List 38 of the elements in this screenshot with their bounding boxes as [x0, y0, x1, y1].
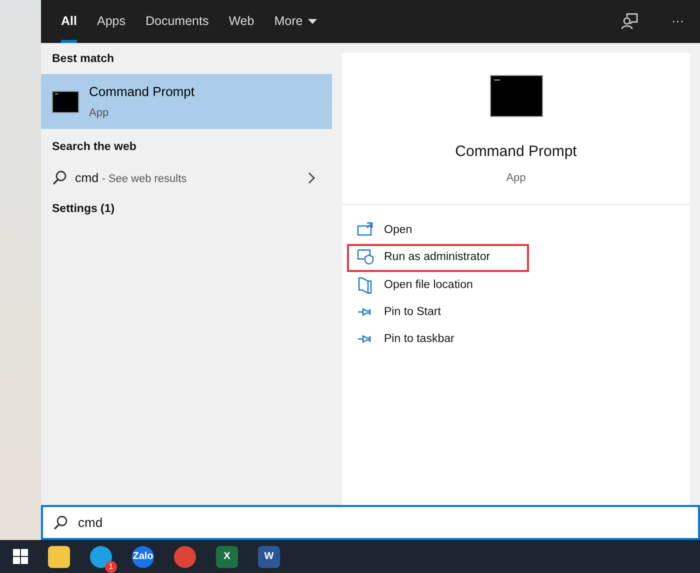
result-title: Command Prompt [89, 83, 194, 102]
notification-count: 1 [105, 560, 117, 572]
taskbar-app[interactable]: Zalo [132, 546, 154, 568]
web-result-text: cmd - See web results [75, 170, 187, 186]
preview-title: Command Prompt [455, 142, 577, 162]
taskbar-app[interactable] [48, 546, 70, 568]
action-item[interactable]: Open [347, 217, 529, 244]
search-field[interactable]: cmd [41, 505, 700, 540]
tab[interactable]: Apps [86, 0, 136, 43]
section-heading: Best match [51, 52, 115, 67]
section-heading: Settings (1) [51, 202, 116, 218]
action-item[interactable]: Pin to taskbar [347, 326, 529, 354]
taskbar-app[interactable]: X [216, 546, 238, 568]
taskbar-app[interactable]: W [258, 546, 280, 568]
chevron-right-icon [308, 172, 316, 184]
tab[interactable]: More [264, 0, 327, 43]
search-icon [53, 515, 68, 530]
tab[interactable]: Documents [135, 0, 219, 43]
windows-start-icon[interactable] [13, 549, 28, 564]
action-item[interactable]: Run as administrator [347, 244, 529, 272]
feedback-icon [620, 13, 638, 30]
section-heading: Search the web [51, 140, 138, 156]
terminal-icon [490, 75, 542, 117]
taskbar-app[interactable] [90, 546, 112, 568]
terminal-icon [52, 90, 79, 113]
more-button[interactable]: ··· [662, 0, 694, 43]
action-item[interactable]: Pin to Start [347, 298, 529, 326]
result-subtitle: App [89, 106, 110, 121]
tab[interactable]: Web [218, 0, 264, 43]
document-icon [357, 276, 374, 294]
web-result-item[interactable]: cmd - See web results [41, 162, 332, 194]
preview-subtitle: App [506, 170, 526, 186]
best-match-item[interactable]: Command Prompt App [41, 74, 332, 130]
search-icon [52, 170, 67, 186]
search-input[interactable]: cmd [76, 512, 688, 534]
shield-icon [357, 249, 374, 266]
action-item[interactable]: Open file location [347, 272, 529, 299]
tab[interactable]: All [51, 0, 87, 43]
